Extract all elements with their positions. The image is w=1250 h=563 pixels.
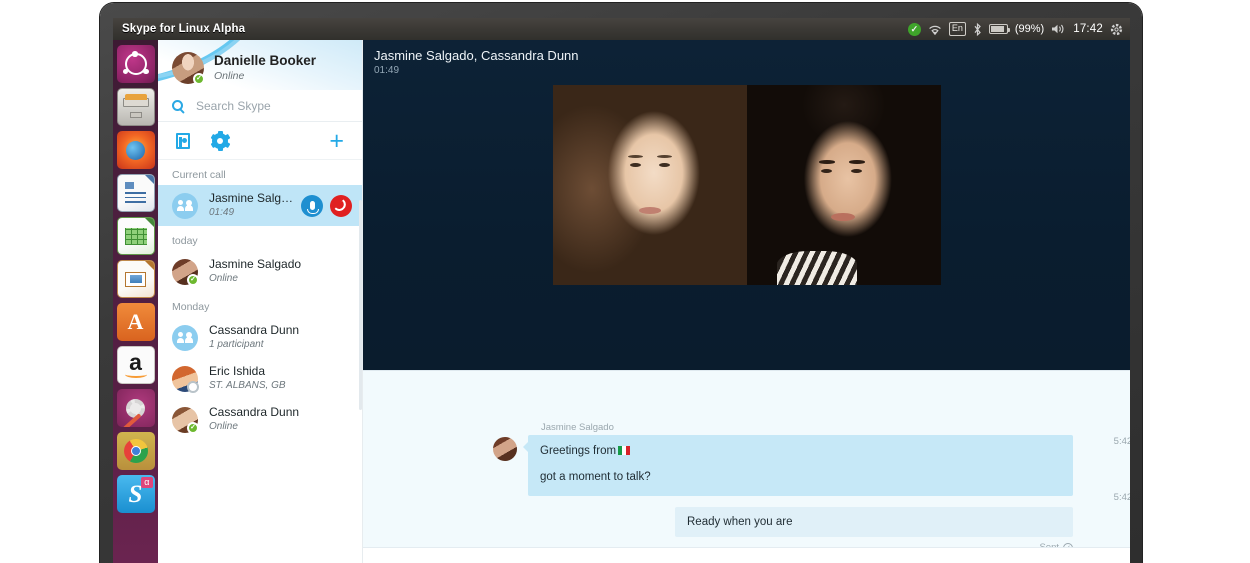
skype-sidebar: ✓ Danielle Booker Online Search Skype + …	[158, 40, 363, 563]
amazon-orange-label: A	[127, 309, 144, 334]
status-online-icon: ✓	[193, 73, 205, 85]
launcher-item-files[interactable]	[116, 88, 155, 126]
updates-ok-icon[interactable]: ✓	[907, 22, 921, 36]
profile-name: Danielle Booker	[214, 53, 317, 68]
message-list: Jasmine Salgado Greetings from got a mom…	[493, 422, 1130, 553]
list-item-name: Cassandra Dunn	[209, 323, 300, 337]
list-item-subtitle: 1 participant	[209, 339, 264, 350]
window-title: Skype for Linux Alpha	[122, 23, 246, 35]
section-label-monday: Monday	[172, 301, 210, 313]
list-item[interactable]: Cassandra Dunn 1 participant	[158, 317, 362, 358]
sidebar-scrollbar[interactable]	[359, 200, 362, 410]
video-feeds	[553, 85, 941, 285]
call-duration: 01:49	[374, 65, 400, 76]
group-avatar	[172, 192, 198, 219]
profile-header: ✓ Danielle Booker Online	[158, 40, 362, 90]
clock[interactable]: 17:42	[1073, 23, 1103, 35]
list-item-subtitle: ST. ALBANS, GB	[209, 380, 286, 391]
message-text-line-1: Greetings from	[540, 445, 617, 457]
message-timestamp: 5:42 pm	[1113, 436, 1130, 447]
message-text-line-2: got a moment to talk?	[540, 471, 651, 483]
launcher-item-ubuntu-dash[interactable]	[116, 45, 155, 83]
ubuntu-top-panel: Skype for Linux Alpha ✓ En (99%) 17:42	[113, 18, 1130, 40]
avatar	[493, 437, 517, 461]
status-online-icon: ✓	[187, 421, 199, 434]
list-item[interactable]: ✓ Cassandra Dunn Online	[158, 399, 362, 440]
avatar: ✓	[172, 258, 199, 286]
unity-launcher: A a Sα	[113, 40, 158, 563]
message-bubble-incoming[interactable]: Greetings from got a moment to talk?	[523, 435, 1073, 496]
list-item-name: Jasmine Salgado, Ca...	[209, 191, 295, 205]
launcher-item-skype[interactable]: Sα	[116, 475, 155, 513]
status-away-icon	[187, 380, 199, 393]
launcher-item-libreoffice-calc[interactable]	[116, 217, 155, 255]
contacts-icon[interactable]	[176, 132, 190, 149]
gear-icon[interactable]	[1110, 23, 1123, 36]
message-sender: Jasmine Salgado	[541, 422, 614, 433]
call-controls	[301, 194, 352, 217]
list-item-name: Jasmine Salgado	[209, 257, 302, 271]
launcher-item-system-settings[interactable]	[116, 389, 155, 427]
skype-alpha-badge: α	[141, 477, 153, 488]
screen: Skype for Linux Alpha ✓ En (99%) 17:42 A…	[113, 18, 1130, 563]
volume-icon[interactable]	[1051, 23, 1066, 35]
search-input[interactable]: Search Skype	[196, 99, 271, 113]
search-row[interactable]: Search Skype	[158, 90, 362, 122]
video-feed-cassandra[interactable]	[747, 85, 941, 285]
amazon-label: a	[129, 349, 142, 376]
mute-microphone-button[interactable]	[301, 194, 323, 217]
launcher-item-libreoffice-impress[interactable]	[116, 260, 155, 298]
sidebar-toolbar: +	[158, 122, 362, 160]
message-row-incoming: Greetings from got a moment to talk? 5:4…	[493, 435, 1130, 496]
divider	[363, 370, 1130, 371]
search-icon	[172, 100, 183, 111]
launcher-item-chrome[interactable]	[116, 432, 155, 470]
list-item-subtitle: Online	[209, 421, 238, 432]
section-label-today: today	[172, 235, 198, 247]
section-label-current-call: Current call	[172, 169, 226, 181]
keyboard-layout-indicator[interactable]: En	[948, 22, 966, 36]
list-item-subtitle: 01:49	[209, 207, 235, 218]
avatar	[172, 365, 199, 393]
list-item[interactable]: ✓ Jasmine Salgado Online	[158, 251, 362, 292]
launcher-item-firefox[interactable]	[116, 131, 155, 169]
group-avatar	[172, 324, 198, 351]
chat-message-area: Jasmine Salgado Greetings from got a mom…	[363, 370, 1130, 563]
list-item-name: Cassandra Dunn	[209, 405, 300, 419]
message-text: Ready when you are	[687, 516, 793, 528]
bluetooth-icon[interactable]	[973, 22, 982, 36]
status-online-icon: ✓	[187, 273, 199, 286]
message-composer[interactable]	[363, 547, 1130, 563]
add-conversation-button[interactable]: +	[329, 128, 344, 153]
battery-percent: (99%)	[1014, 23, 1045, 35]
list-item[interactable]: Eric Ishida ST. ALBANS, GB	[158, 358, 362, 399]
message-timestamp: 5:42 pm	[1113, 492, 1130, 503]
wifi-icon[interactable]	[928, 24, 942, 35]
launcher-item-libreoffice-writer[interactable]	[116, 174, 155, 212]
list-item-subtitle: Online	[209, 273, 238, 284]
message-bubble-outgoing[interactable]: Ready when you are	[675, 507, 1073, 537]
video-call-area[interactable]: Jasmine Salgado, Cassandra Dunn 01:49	[363, 40, 1130, 370]
italy-flag-icon	[618, 446, 631, 455]
video-feed-jasmine[interactable]	[553, 85, 747, 285]
list-item[interactable]: Jasmine Salgado, Ca... 01:49	[158, 185, 362, 226]
avatar[interactable]: ✓	[172, 52, 205, 85]
settings-gear-icon[interactable]	[210, 130, 230, 151]
message-row-outgoing: Ready when you are 5:42 pm	[493, 492, 1130, 537]
list-item-name: Eric Ishida	[209, 364, 266, 378]
launcher-item-amazon-orange[interactable]: A	[116, 303, 155, 341]
launcher-item-amazon[interactable]: a	[116, 346, 155, 384]
conversation-pane: Jasmine Salgado, Cassandra Dunn 01:49 Ja…	[363, 40, 1130, 563]
profile-presence: Online	[214, 70, 245, 82]
avatar: ✓	[172, 406, 199, 434]
skype-window: ✓ Danielle Booker Online Search Skype + …	[158, 40, 1130, 563]
end-call-button[interactable]	[330, 194, 352, 217]
conversation-title: Jasmine Salgado, Cassandra Dunn	[374, 48, 579, 63]
system-tray: ✓ En (99%) 17:42	[907, 22, 1123, 36]
battery-icon[interactable]	[988, 24, 1010, 34]
